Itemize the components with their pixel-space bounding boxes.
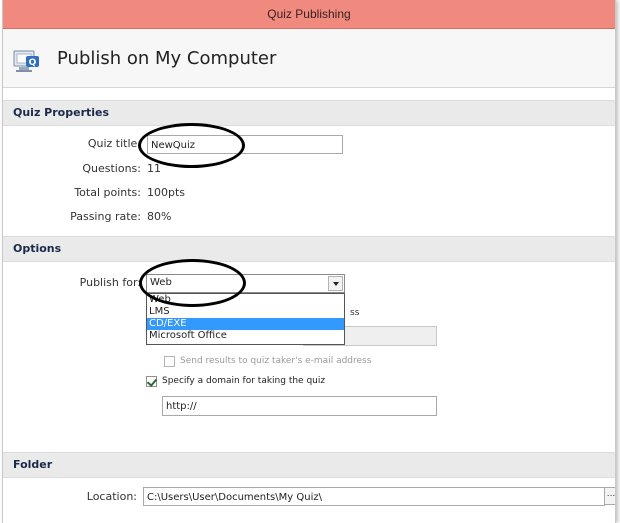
total-points-value: 100pts bbox=[147, 186, 186, 199]
quiz-publishing-window: Quiz Publishing Q Publish on My Computer… bbox=[2, 0, 616, 523]
options-header: Options bbox=[3, 236, 615, 262]
specify-domain-checkbox[interactable] bbox=[146, 376, 157, 387]
quiz-computer-icon: Q bbox=[13, 50, 39, 72]
dropdown-option-cd-exe[interactable]: CD/EXE bbox=[147, 318, 344, 330]
dropdown-option-web[interactable]: Web bbox=[147, 294, 344, 306]
dropdown-option-lms[interactable]: LMS bbox=[147, 306, 344, 318]
options-heading: Options bbox=[13, 242, 62, 255]
quiz-title-label: Quiz title: bbox=[87, 137, 141, 150]
publish-for-dropdown-list: Web LMS CD/EXE Microsoft Office bbox=[146, 293, 345, 345]
passing-rate-label: Passing rate: bbox=[70, 210, 141, 223]
quiz-title-input[interactable]: NewQuiz bbox=[147, 135, 343, 154]
send-results-label: Send results to quiz taker's e-mail addr… bbox=[180, 356, 372, 366]
svg-text:Q: Q bbox=[29, 58, 37, 68]
chevron-down-icon[interactable] bbox=[328, 276, 343, 291]
questions-value: 11 bbox=[147, 162, 161, 175]
specify-domain-label: Specify a domain for taking the quiz bbox=[162, 376, 326, 386]
page-header: Q Publish on My Computer bbox=[3, 29, 615, 88]
domain-url-input[interactable]: http:// bbox=[162, 396, 437, 416]
page-title: Publish on My Computer bbox=[57, 48, 277, 69]
send-results-checkbox[interactable] bbox=[164, 356, 175, 367]
publish-for-label: Publish for: bbox=[79, 276, 141, 289]
total-points-label: Total points: bbox=[74, 186, 141, 199]
dropdown-option-microsoft-office[interactable]: Microsoft Office bbox=[147, 330, 344, 342]
publish-for-selected-value: Web bbox=[150, 277, 172, 288]
location-label: Location: bbox=[86, 490, 137, 503]
browse-button[interactable]: ... bbox=[604, 487, 615, 505]
quiz-properties-header: Quiz Properties bbox=[3, 100, 615, 126]
folder-heading: Folder bbox=[13, 458, 53, 471]
location-input[interactable]: C:\Users\User\Documents\My Quiz\ bbox=[143, 487, 605, 506]
quiz-properties-heading: Quiz Properties bbox=[13, 106, 110, 119]
publish-for-select[interactable]: Web bbox=[146, 274, 345, 293]
passing-rate-value: 80% bbox=[147, 210, 172, 223]
folder-header: Folder bbox=[3, 452, 615, 478]
questions-label: Questions: bbox=[82, 162, 141, 175]
window-title: Quiz Publishing bbox=[267, 7, 351, 21]
title-bar: Quiz Publishing bbox=[3, 0, 615, 29]
hidden-option-text: ss bbox=[350, 308, 360, 318]
